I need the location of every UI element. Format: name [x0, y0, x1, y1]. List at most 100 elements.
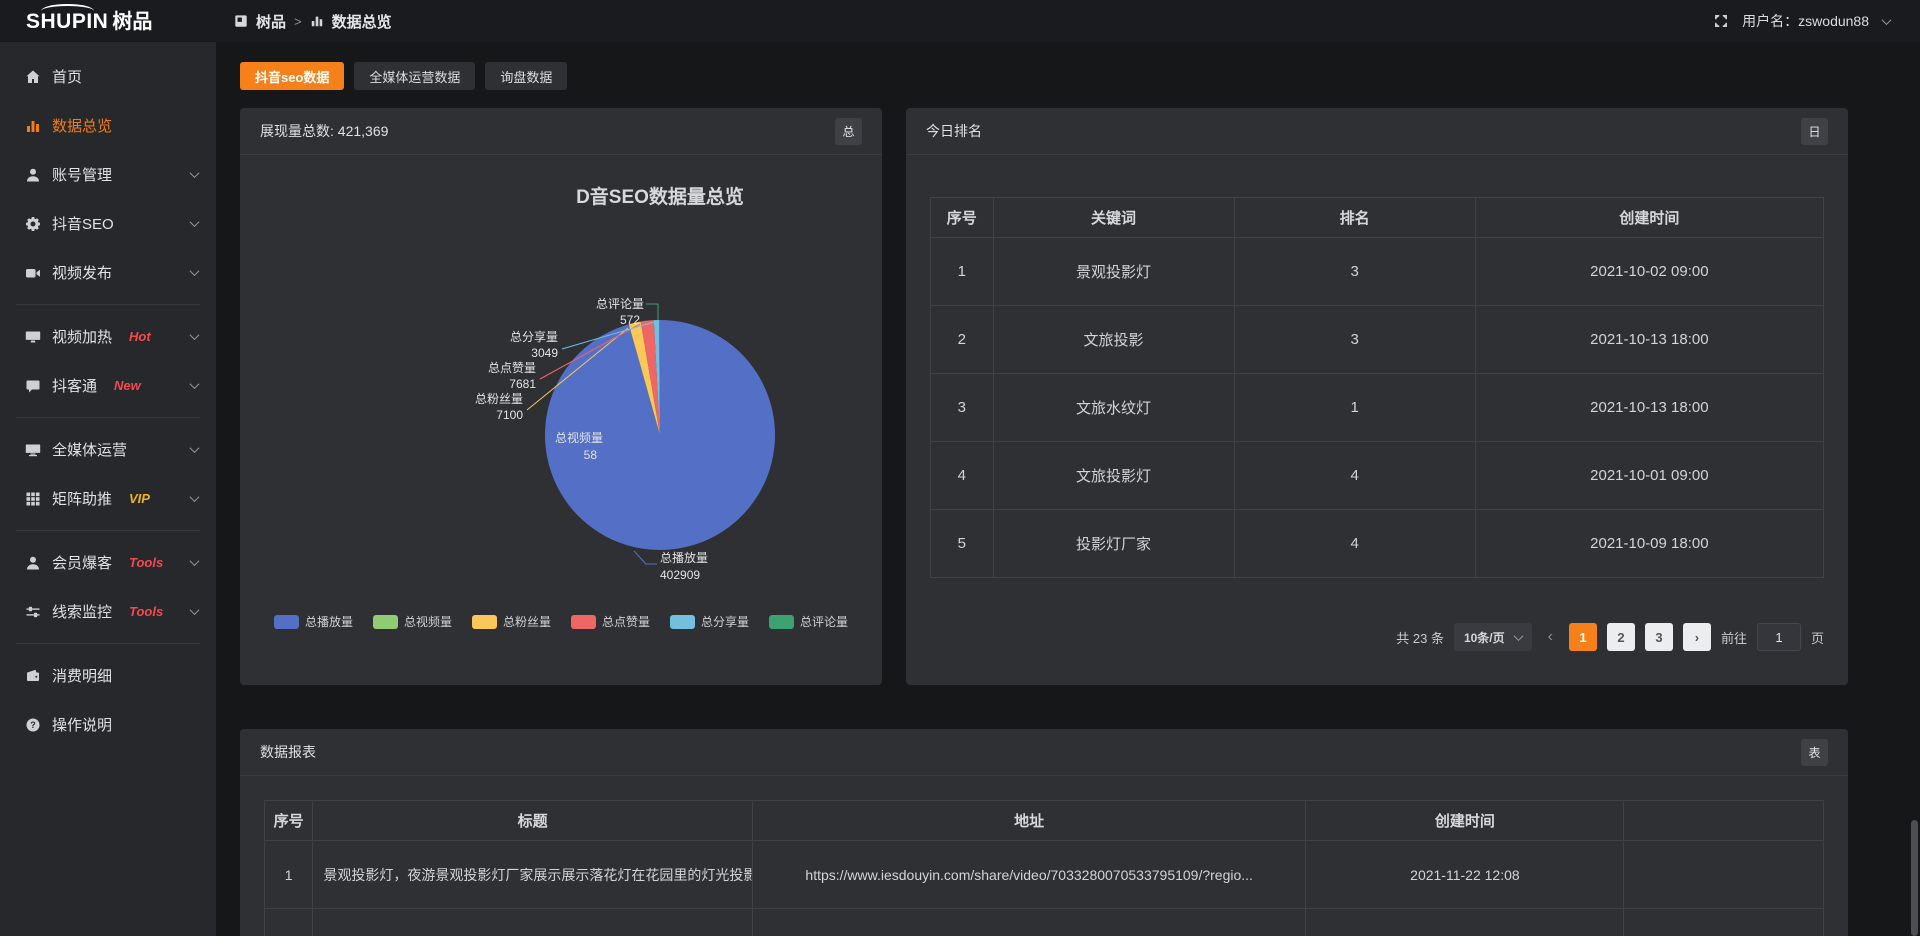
- pie-label: 总分享量: [510, 329, 558, 344]
- legend-item[interactable]: 总播放量: [274, 613, 353, 630]
- legend-label: 总视频量: [404, 613, 452, 630]
- legend-swatch: [769, 615, 794, 629]
- sidebar-item-doukestong[interactable]: 抖客通 New: [0, 361, 216, 410]
- legend-item[interactable]: 总点赞量: [571, 613, 650, 630]
- chevron-down-icon: [190, 330, 200, 340]
- tab-douyin-seo-data[interactable]: 抖音seo数据: [240, 62, 344, 90]
- sidebar-item-label: 抖音SEO: [52, 213, 114, 234]
- sidebar-item-matrix-boost[interactable]: 矩阵助推 VIP: [0, 474, 216, 523]
- wallet-icon: [24, 668, 41, 684]
- breadcrumb-item-root[interactable]: 树品: [256, 11, 286, 32]
- tab-omnimedia-data[interactable]: 全媒体运营数据: [354, 62, 475, 90]
- goto-page-input[interactable]: [1757, 623, 1801, 651]
- sidebar-item-label: 视频加热: [52, 326, 112, 347]
- page-size-select[interactable]: 10条/页: [1454, 623, 1532, 651]
- sidebar-item-video-publish[interactable]: 视频发布: [0, 248, 216, 297]
- main-content: 抖音seo数据 全媒体运营数据 询盘数据 展现量总数: 421,369 总 D音…: [216, 42, 1920, 936]
- table-row: 1 景观投影灯 3 2021-10-02 09:00: [931, 238, 1824, 306]
- username-label[interactable]: 用户名：zswodun88: [1742, 11, 1869, 31]
- pie-value: 7681: [509, 377, 536, 391]
- sidebar-item-home[interactable]: 首页: [0, 52, 216, 101]
- sidebar-item-label: 消费明细: [52, 665, 112, 686]
- sidebar-item-omnimedia[interactable]: 全媒体运营: [0, 425, 216, 474]
- page-button-1[interactable]: 1: [1569, 623, 1597, 651]
- chevron-down-icon: [190, 443, 200, 453]
- cell-created: 2021-10-02 09:00: [1475, 238, 1823, 306]
- cell-index: 3: [931, 374, 994, 442]
- sidebar-divider: [16, 417, 200, 418]
- day-badge[interactable]: 日: [1801, 118, 1828, 145]
- legend-item[interactable]: 总粉丝量: [472, 613, 551, 630]
- prev-page-button[interactable]: ‹: [1542, 628, 1559, 646]
- pie-value: 402909: [660, 568, 700, 582]
- sidebar-divider: [16, 643, 200, 644]
- cell-url-link[interactable]: https://www.iesdouyin.com/share/video/70…: [752, 841, 1305, 909]
- tools-tag: Tools: [129, 604, 163, 619]
- sidebar-divider: [16, 304, 200, 305]
- chevron-down-icon: [190, 217, 200, 227]
- cell-index: 4: [931, 442, 994, 510]
- cell-index: 5: [931, 510, 994, 578]
- chevron-down-icon: [190, 266, 200, 276]
- sidebar-item-label: 账号管理: [52, 164, 112, 185]
- total-badge[interactable]: 总: [835, 118, 862, 145]
- gear-icon: [24, 216, 41, 232]
- legend-swatch: [472, 615, 497, 629]
- table-row: 4 文旅投影灯 4 2021-10-01 09:00: [931, 442, 1824, 510]
- legend-item[interactable]: 总分享量: [670, 613, 749, 630]
- breadcrumb-item-current: 数据总览: [332, 11, 392, 32]
- sidebar-item-label: 线索监控: [52, 601, 112, 622]
- legend-item[interactable]: 总视频量: [373, 613, 452, 630]
- cell-created: 2021-11-22 12:08: [1306, 841, 1624, 909]
- scrollbar[interactable]: [1911, 42, 1918, 936]
- table-badge[interactable]: 表: [1801, 739, 1828, 766]
- sidebar-item-member-burst[interactable]: 会员爆客 Tools: [0, 538, 216, 587]
- table-row: 1 景观投影灯，夜游景观投影灯厂家展示展示落花灯在花园里的灯光投影应用效果 # …: [265, 841, 1824, 909]
- svg-text:D音SEO数据量总览: D音SEO数据量总览: [576, 185, 744, 208]
- legend-swatch: [571, 615, 596, 629]
- logo-text-en: SHUPIN: [26, 11, 108, 32]
- cell-keyword: 景观投影灯: [993, 238, 1234, 306]
- cell-index: 1: [931, 238, 994, 306]
- page-size-value: 10条/页: [1464, 629, 1505, 646]
- cell-rank: 1: [1234, 374, 1475, 442]
- sidebar-item-label: 操作说明: [52, 714, 112, 735]
- chevron-down-icon: [190, 379, 200, 389]
- label-line: [634, 551, 657, 564]
- sidebar-item-label: 会员爆客: [52, 552, 112, 573]
- scrollbar-thumb[interactable]: [1911, 820, 1918, 936]
- page-button-3[interactable]: 3: [1645, 623, 1673, 651]
- fullscreen-icon[interactable]: [1714, 14, 1728, 28]
- chevron-down-icon: [190, 556, 200, 566]
- pie-value: 58: [584, 448, 598, 462]
- monitor-icon: [24, 442, 41, 458]
- sidebar-item-label: 抖客通: [52, 375, 97, 396]
- sidebar-item-douyin-seo[interactable]: 抖音SEO: [0, 199, 216, 248]
- page-button-2[interactable]: 2: [1607, 623, 1635, 651]
- legend-swatch: [274, 615, 299, 629]
- sidebar-item-video-heat[interactable]: 视频加热 Hot: [0, 312, 216, 361]
- chart-legend: 总播放量 总视频量 总粉丝量 总点赞量 总分享量 总评论量: [240, 613, 882, 630]
- tab-inquiry-data[interactable]: 询盘数据: [485, 62, 567, 90]
- tools-tag: Tools: [129, 555, 163, 570]
- table-row: 2 文旅投影 3 2021-10-13 18:00: [931, 306, 1824, 374]
- legend-label: 总评论量: [800, 613, 848, 630]
- cell-extra: [1624, 841, 1824, 909]
- sidebar-item-consumption[interactable]: 消费明细: [0, 651, 216, 700]
- bar-chart-icon: [310, 14, 324, 28]
- app-window-icon: [234, 14, 248, 28]
- sidebar-item-help[interactable]: ? 操作说明: [0, 700, 216, 749]
- cell-keyword: 文旅水纹灯: [993, 374, 1234, 442]
- logo-text-cn: 树品: [112, 12, 152, 32]
- next-page-button[interactable]: ›: [1683, 623, 1711, 651]
- cell-rank: 3: [1234, 238, 1475, 306]
- home-icon: [24, 69, 41, 85]
- sidebar-item-account[interactable]: 账号管理: [0, 150, 216, 199]
- cell-rank: 4: [1234, 510, 1475, 578]
- sidebar-item-data-overview[interactable]: 数据总览: [0, 101, 216, 150]
- sidebar-item-lead-monitor[interactable]: 线索监控 Tools: [0, 587, 216, 636]
- legend-item[interactable]: 总评论量: [769, 613, 848, 630]
- video-camera-icon: [24, 265, 41, 281]
- chevron-down-icon: [1882, 15, 1892, 25]
- data-report-panel: 数据报表 表 序号 标题 地址 创建时间: [240, 729, 1848, 936]
